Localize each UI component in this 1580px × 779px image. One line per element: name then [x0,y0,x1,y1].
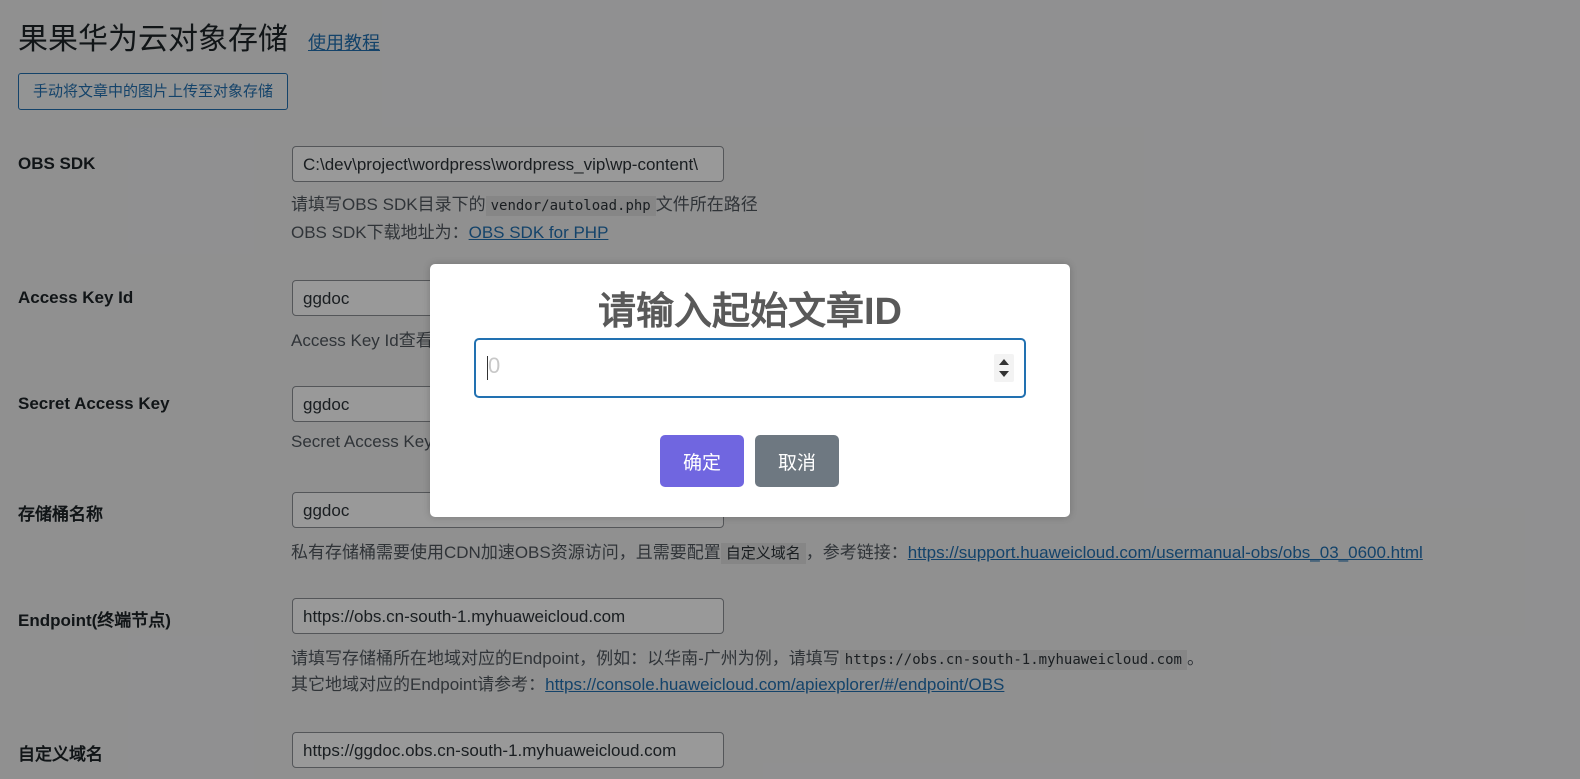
settings-page: 果果华为云对象存储 使用教程 手动将文章中的图片上传至对象存储 OBS SDK … [0,0,1580,779]
spin-down-icon[interactable] [999,371,1009,377]
start-id-input[interactable]: 0 [474,338,1026,398]
confirm-button[interactable]: 确定 [660,435,744,487]
cancel-button[interactable]: 取消 [755,435,839,487]
start-id-placeholder: 0 [488,353,501,378]
number-spinner[interactable] [994,354,1014,382]
start-id-modal: 请输入起始文章ID 0 确定 取消 [430,264,1070,517]
spin-up-icon[interactable] [999,359,1009,365]
modal-title: 请输入起始文章ID [597,291,902,333]
text-caret [487,356,488,380]
